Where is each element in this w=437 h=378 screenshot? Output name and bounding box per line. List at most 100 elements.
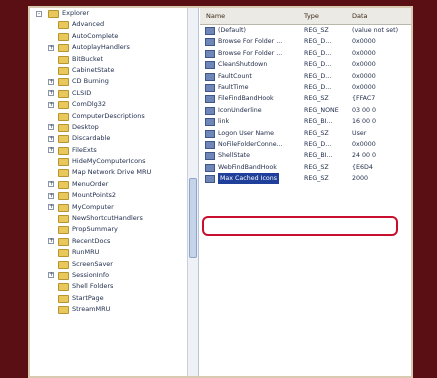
tree-item[interactable]: BitBucket: [30, 54, 198, 65]
value-type: REG_D...: [304, 49, 332, 57]
registry-value-icon: [205, 118, 215, 127]
tree-item[interactable]: AutoComplete: [30, 31, 198, 42]
tree-item[interactable]: CabinetState: [30, 65, 198, 76]
value-type: REG_SZ: [304, 163, 329, 171]
expand-icon[interactable]: +: [48, 147, 54, 154]
value-row[interactable]: FileFindBandHook REG_SZ {FFAC7: [200, 93, 411, 104]
value-name: ShellState: [218, 152, 251, 160]
value-row[interactable]: FaultTime REG_D... 0x0000: [200, 82, 411, 93]
folder-icon: [58, 169, 69, 178]
tree-item[interactable]: + Discardable: [30, 133, 198, 144]
tree-item-label: AutoComplete: [72, 31, 119, 40]
value-row[interactable]: FaultCount REG_D... 0x0000: [200, 71, 411, 82]
tree-item-label: AutoplayHandlers: [72, 43, 130, 52]
expand-icon[interactable]: +: [48, 90, 54, 97]
value-type: REG_D...: [304, 72, 332, 80]
folder-icon: [58, 135, 69, 144]
folder-icon: [58, 146, 69, 155]
value-row[interactable]: NoFileFolderConne... REG_D... 0x0000: [200, 139, 411, 150]
tree-item-label: CLSID: [72, 88, 92, 97]
value-name: Max Cached Icons: [218, 173, 280, 185]
value-row[interactable]: IconUnderline REG_NONE 03 00 0: [200, 105, 411, 116]
tree-item-label: StartPage: [72, 293, 104, 302]
expand-icon[interactable]: +: [48, 204, 54, 211]
value-data: 0x0000: [352, 38, 376, 46]
value-data: 0x0000: [352, 61, 376, 69]
expand-icon[interactable]: +: [48, 124, 54, 131]
tree-item[interactable]: + MenuOrder: [30, 179, 198, 190]
column-header-name[interactable]: Name: [206, 12, 225, 20]
tree-item[interactable]: + RecentDocs: [30, 236, 198, 247]
registry-value-icon: [205, 83, 215, 92]
value-row[interactable]: CleanShutdown REG_D... 0x0000: [200, 59, 411, 70]
column-header-type[interactable]: Type: [304, 12, 319, 20]
tree-item-label: MenuOrder: [72, 179, 109, 188]
value-row[interactable]: link REG_BI... 16 00 0: [200, 116, 411, 127]
tree-item[interactable]: + MountPoints2: [30, 190, 198, 201]
tree-item-label: MyComputer: [72, 202, 114, 211]
tree-item[interactable]: + SessionInfo: [30, 270, 198, 281]
expand-icon[interactable]: +: [48, 135, 54, 142]
tree-scrollbar-thumb[interactable]: [189, 178, 197, 258]
tree-item[interactable]: + ComDlg32: [30, 99, 198, 110]
expand-icon[interactable]: +: [48, 192, 54, 199]
expand-icon[interactable]: +: [48, 78, 54, 85]
tree-item[interactable]: ScreenSaver: [30, 259, 198, 270]
tree-item[interactable]: NewShortcutHandlers: [30, 213, 198, 224]
expand-icon[interactable]: +: [48, 44, 54, 51]
value-row[interactable]: WebFindBandHook REG_SZ {E6D4: [200, 162, 411, 173]
tree-item[interactable]: + FileExts: [30, 145, 198, 156]
tree-scrollbar[interactable]: [187, 8, 198, 376]
registry-key-tree[interactable]: - Explorer Advanced AutoComplete + AutoplayHa…: [30, 8, 199, 376]
registry-value-list[interactable]: Name Type Data (Default) REG_SZ (value not…: [200, 8, 411, 376]
value-name: (Default): [218, 27, 246, 34]
expand-icon[interactable]: +: [48, 238, 54, 245]
tree-item[interactable]: + AutoplayHandlers: [30, 42, 198, 53]
tree-item-label: CD Burning: [72, 77, 109, 86]
tree-item[interactable]: Map Network Drive MRU: [30, 167, 198, 178]
value-row[interactable]: Browse For Folder ... REG_D... 0x0000: [200, 36, 411, 47]
folder-icon: [58, 203, 69, 212]
value-row[interactable]: (Default) REG_SZ (value not set): [200, 25, 411, 36]
column-header-data[interactable]: Data: [352, 12, 368, 20]
value-data: 24 00 0: [352, 152, 377, 160]
tree-item[interactable]: HideMyComputerIcons: [30, 156, 198, 167]
tree-item-label: SessionInfo: [72, 270, 110, 279]
tree-item-label: Desktop: [72, 122, 99, 131]
value-row[interactable]: Logon User Name REG_SZ User: [200, 128, 411, 139]
expand-icon[interactable]: +: [48, 101, 54, 108]
value-type: REG_D...: [304, 140, 332, 148]
tree-root-row[interactable]: - Explorer: [30, 8, 198, 19]
expand-icon[interactable]: +: [48, 181, 54, 188]
folder-icon: [58, 192, 69, 201]
expand-icon[interactable]: +: [48, 272, 54, 279]
value-data: 03 00 0: [352, 106, 377, 114]
value-row[interactable]: ShellState REG_BI... 24 00 0: [200, 150, 411, 161]
registry-value-icon: [205, 152, 215, 161]
value-type: REG_BI...: [304, 118, 333, 126]
tree-item[interactable]: + Desktop: [30, 122, 198, 133]
tree-item[interactable]: + CD Burning: [30, 76, 198, 87]
folder-icon: [58, 89, 69, 98]
value-row-selected[interactable]: Max Cached Icons REG_SZ 2000: [200, 173, 411, 185]
folder-icon: [58, 306, 69, 315]
folder-icon: [48, 10, 59, 18]
collapse-icon[interactable]: -: [36, 10, 42, 17]
value-data: {FFAC7: [352, 95, 376, 103]
tree-item[interactable]: RunMRU: [30, 247, 198, 258]
tree-item[interactable]: ComputerDescriptions: [30, 111, 198, 122]
registry-value-icon: [205, 163, 215, 172]
value-data: 16 00 0: [352, 118, 377, 126]
tree-item[interactable]: + CLSID: [30, 88, 198, 99]
value-row[interactable]: Browse For Folder ... REG_D... 0x0000: [200, 48, 411, 59]
tree-item[interactable]: StreamMRU: [30, 304, 198, 315]
value-data: {E6D4: [352, 163, 373, 171]
tree-item[interactable]: + MyComputer: [30, 202, 198, 213]
tree-item-label: Shell Folders: [72, 282, 114, 291]
tree-item[interactable]: Shell Folders: [30, 281, 198, 292]
value-name: Browse For Folder ...: [218, 38, 283, 46]
tree-item[interactable]: PropSummary: [30, 224, 198, 235]
tree-item[interactable]: Advanced: [30, 19, 198, 30]
selection-callout: [202, 216, 398, 236]
tree-item[interactable]: StartPage: [30, 293, 198, 304]
